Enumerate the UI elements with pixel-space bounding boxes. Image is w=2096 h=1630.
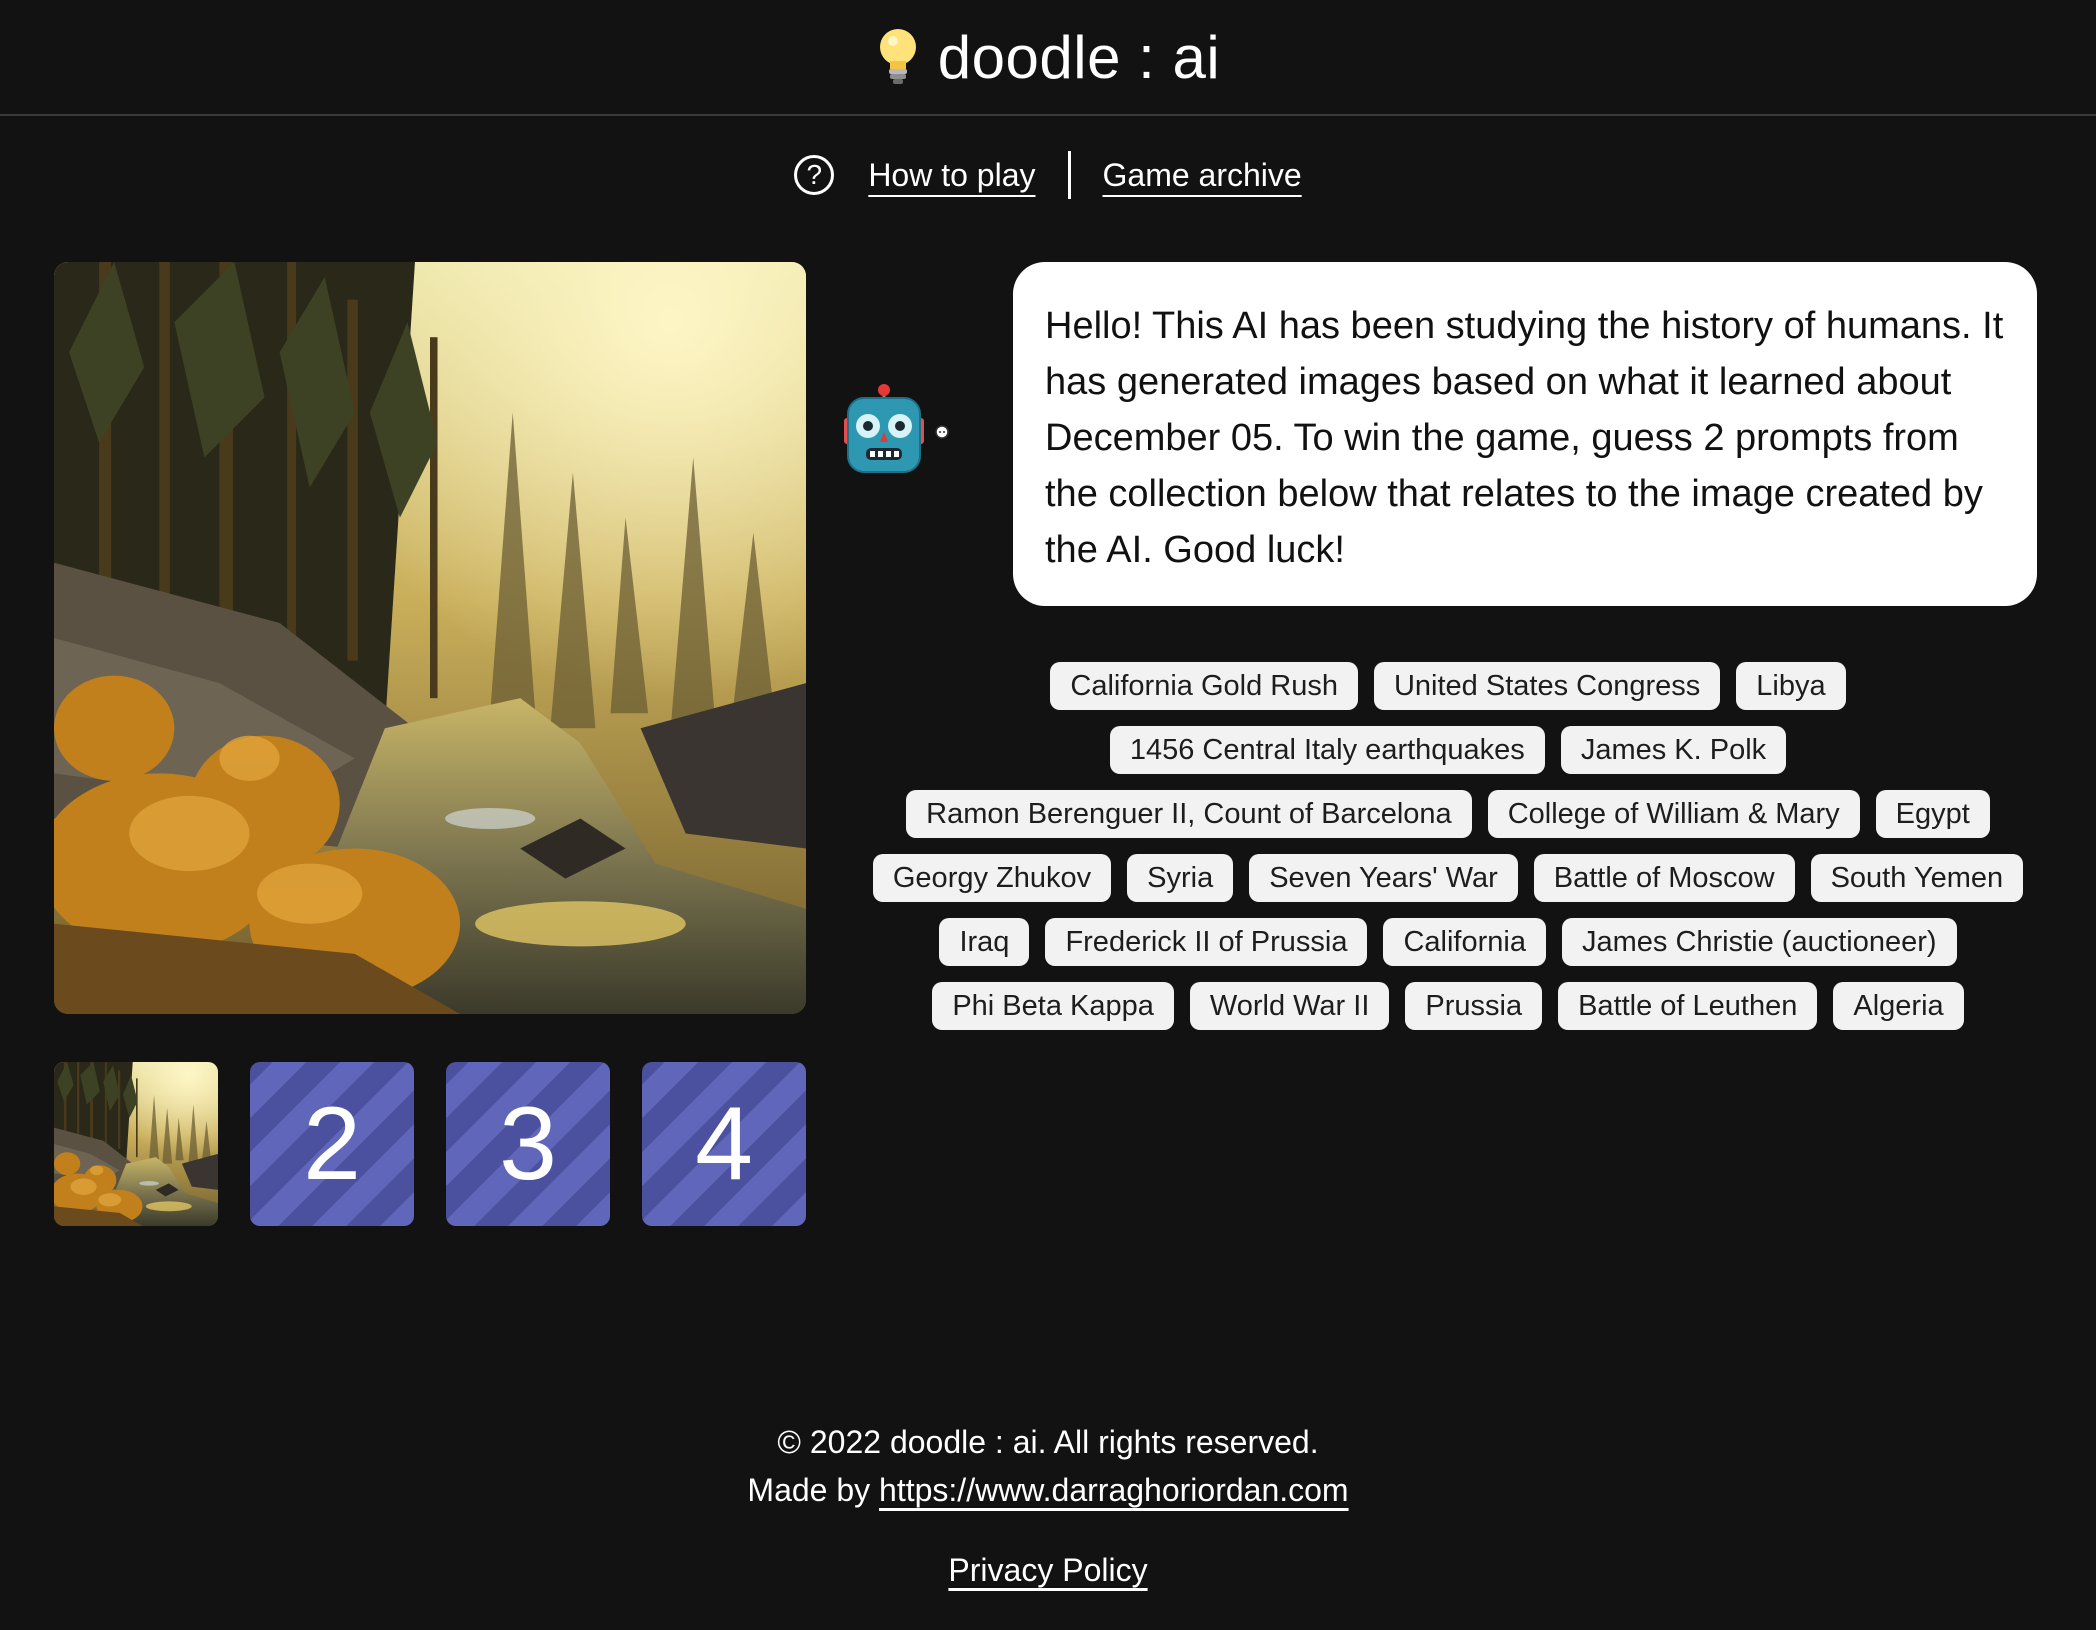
prompt-tag[interactable]: South Yemen [1810, 854, 2024, 902]
brand[interactable]: doodle : ai [876, 23, 1220, 92]
site-footer: © 2022 doodle : ai. All rights reserved.… [0, 1418, 2096, 1594]
thumbnail-3[interactable]: 3 [446, 1062, 610, 1226]
robot-icon [844, 384, 949, 473]
prompt-tag[interactable]: Battle of Moscow [1533, 854, 1795, 902]
prompt-tag[interactable]: United States Congress [1373, 662, 1721, 710]
prompt-tag[interactable]: California Gold Rush [1050, 662, 1358, 710]
thumbnail-4[interactable]: 4 [642, 1062, 806, 1226]
prompt-tag[interactable]: Iraq [939, 918, 1030, 966]
prompt-tag[interactable]: 1456 Central Italy earthquakes [1109, 726, 1545, 774]
prompt-tag[interactable]: Frederick II of Prussia [1045, 918, 1368, 966]
prompt-tag[interactable]: James K. Polk [1560, 726, 1787, 774]
prompt-tag[interactable]: Libya [1736, 662, 1846, 710]
forest-river-image [54, 262, 806, 1014]
prompt-tag[interactable]: Ramon Berenguer II, Count of Barcelona [906, 790, 1472, 838]
thumbnail-1[interactable] [54, 1062, 218, 1226]
ai-message-bubble: Hello! This AI has been studying the his… [1013, 262, 2037, 606]
prompt-tag[interactable]: Syria [1127, 854, 1234, 902]
thumbnail-image [54, 1062, 218, 1226]
lightbulb-icon [879, 29, 916, 84]
question-circle-icon[interactable]: ? [794, 155, 835, 195]
prompt-tag[interactable]: Egypt [1875, 790, 1990, 838]
prompt-tag[interactable]: Georgy Zhukov [872, 854, 1112, 902]
nav-divider [1067, 151, 1071, 199]
site-header: doodle : ai [0, 0, 2096, 116]
privacy-policy-link[interactable]: Privacy Policy [948, 1546, 1147, 1594]
how-to-play-link[interactable]: How to play [868, 157, 1035, 194]
prompt-tag[interactable]: Prussia [1405, 982, 1543, 1030]
author-link[interactable]: https://www.darraghoriordan.com [879, 1472, 1349, 1508]
prompt-tag[interactable]: College of William & Mary [1487, 790, 1860, 838]
game-archive-link[interactable]: Game archive [1103, 157, 1302, 194]
ai-message-text: Hello! This AI has been studying the his… [1045, 305, 2004, 571]
prompt-tag[interactable]: World War II [1189, 982, 1390, 1030]
generated-image [54, 262, 806, 1014]
made-by-prefix: Made by [747, 1472, 880, 1508]
prompt-tag[interactable]: Algeria [1833, 982, 1964, 1030]
prompt-tag[interactable]: California [1383, 918, 1546, 966]
prompt-tag[interactable]: Phi Beta Kappa [932, 982, 1174, 1030]
prompt-tag[interactable]: Battle of Leuthen [1558, 982, 1818, 1030]
site-title: doodle : ai [937, 23, 1221, 91]
prompt-tag[interactable]: James Christie (auctioneer) [1561, 918, 1957, 966]
prompt-tags: California Gold Rush United States Congre… [850, 662, 2046, 1030]
top-nav: ? How to play Game archive [0, 150, 2096, 200]
made-by-line: Made by https://www.darraghoriordan.com [0, 1466, 2096, 1514]
copyright-text: © 2022 doodle : ai. All rights reserved. [777, 1424, 1319, 1460]
prompt-tag[interactable]: Seven Years' War [1249, 854, 1518, 902]
thumbnail-2[interactable]: 2 [250, 1062, 414, 1226]
